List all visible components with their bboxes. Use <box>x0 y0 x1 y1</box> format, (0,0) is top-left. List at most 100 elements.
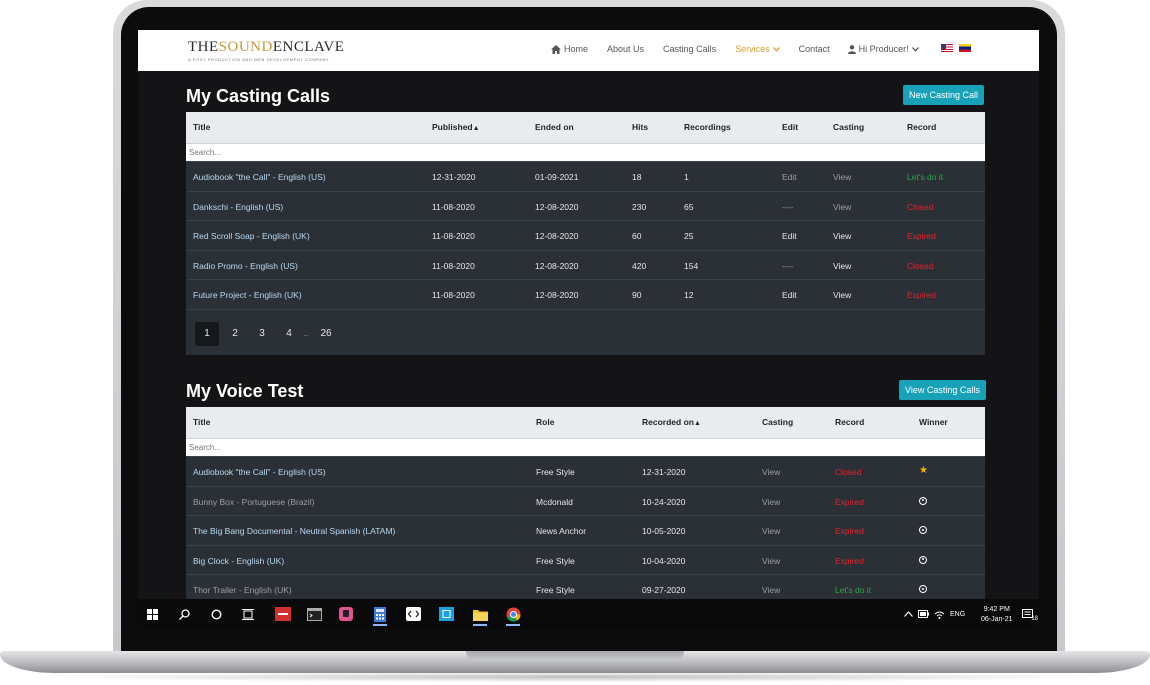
table-row: Future Project - English (UK) 11-08-2020… <box>186 279 985 309</box>
language-indicator[interactable]: ENG <box>950 611 965 618</box>
sort-arrow-icon: ▲ <box>472 125 480 132</box>
wifi-icon[interactable] <box>931 606 947 622</box>
file-explorer-icon[interactable] <box>472 606 488 626</box>
row-title-link[interactable]: Big Clock - English (UK) <box>193 556 284 566</box>
task-view-icon[interactable] <box>240 606 256 622</box>
notifications-icon[interactable]: 18 <box>1020 606 1038 622</box>
row-view-link[interactable]: View <box>762 585 780 595</box>
search-input[interactable] <box>186 439 985 456</box>
row-published: 11-08-2020 <box>432 290 475 301</box>
code-editor-icon[interactable] <box>405 606 421 622</box>
row-view-link[interactable]: View <box>833 290 851 300</box>
app-blue-icon[interactable] <box>438 606 454 622</box>
table-row: Big Clock - English (UK) Free Style 10-0… <box>186 544 985 575</box>
nav-home[interactable]: Home <box>551 44 588 54</box>
page-3[interactable]: 3 <box>250 322 274 346</box>
row-role: Mcdonald <box>536 496 573 507</box>
row-view-link[interactable]: View <box>762 497 780 507</box>
row-view-link[interactable]: View <box>762 556 780 566</box>
nav-user-menu[interactable]: Hi Producer! <box>847 44 919 54</box>
table-row: Red Scroll Soap - English (UK) 11-08-202… <box>186 220 985 250</box>
row-edit-link[interactable]: Edit <box>782 231 797 241</box>
row-recordings: 1 <box>684 172 689 182</box>
col-ended-on[interactable]: Ended on <box>535 122 574 132</box>
terminal-icon[interactable] <box>306 606 322 622</box>
col-record[interactable]: Record <box>907 122 936 132</box>
calculator-icon[interactable] <box>372 606 388 626</box>
clock[interactable]: 9:42 PM 06-Jan-21 <box>981 606 1013 623</box>
row-title-link[interactable]: Audiobook "the Call" - English (US) <box>193 467 326 477</box>
row-title-link[interactable]: The Big Bang Documental - Neutral Spanis… <box>193 526 395 536</box>
site-logo[interactable]: THESOUNDENCLAVE A POST PRODUCTION AND WE… <box>188 39 344 62</box>
nav-services-label: Services <box>735 44 770 54</box>
nav-about-us[interactable]: About Us <box>607 44 644 54</box>
chevron-up-icon[interactable] <box>900 606 916 622</box>
row-record-status: Expired <box>907 231 936 242</box>
row-recorded: 12-31-2020 <box>642 467 686 477</box>
nav-contact[interactable]: Contact <box>799 44 830 54</box>
col-casting[interactable]: Casting <box>762 417 793 427</box>
battery-icon[interactable] <box>915 606 931 622</box>
row-edit-link[interactable]: Edit <box>782 290 797 300</box>
row-title-link[interactable]: Bunny Box - Portuguese (Brazil) <box>193 497 314 507</box>
row-view-link[interactable]: View <box>833 231 851 241</box>
col-casting[interactable]: Casting <box>833 122 864 132</box>
page-2[interactable]: 2 <box>223 322 247 346</box>
nav-services[interactable]: Services <box>735 44 780 54</box>
row-role: Free Style <box>536 467 575 477</box>
row-title-link[interactable]: Thor Trailer - English (UK) <box>193 585 292 595</box>
row-recorded: 10-04-2020 <box>642 555 686 566</box>
col-record[interactable]: Record <box>835 417 864 427</box>
row-record-status[interactable]: Let's do it <box>835 585 871 595</box>
app-red-icon[interactable] <box>275 606 291 622</box>
cortana-icon[interactable] <box>208 606 224 622</box>
row-title-link[interactable]: Audiobook "the Call" - English (US) <box>193 172 326 182</box>
chrome-icon[interactable] <box>505 606 521 626</box>
col-title[interactable]: Title <box>193 122 210 132</box>
row-edit-placeholder: ---- <box>782 201 794 212</box>
col-hits[interactable]: Hits <box>632 122 648 132</box>
row-view-link[interactable]: View <box>833 261 851 271</box>
screen: THESOUNDENCLAVE A POST PRODUCTION AND WE… <box>138 30 1039 629</box>
col-role[interactable]: Role <box>536 417 554 427</box>
sort-arrow-icon: ▲ <box>693 420 701 427</box>
col-title[interactable]: Title <box>193 417 210 427</box>
row-view-link[interactable]: View <box>762 526 780 536</box>
us-flag-icon[interactable] <box>940 44 953 52</box>
search-icon[interactable] <box>176 606 192 622</box>
windows-start-icon[interactable] <box>144 606 160 622</box>
row-view-link[interactable]: View <box>833 202 851 212</box>
winner-circle-icon[interactable] <box>919 496 927 507</box>
winner-circle-icon[interactable] <box>919 526 927 536</box>
pagination: 1 2 3 4 .. 26 <box>186 308 985 355</box>
winner-circle-icon[interactable] <box>919 555 927 566</box>
row-recorded: 09-27-2020 <box>642 585 686 596</box>
row-ended: 01-09-2021 <box>535 172 579 182</box>
col-edit[interactable]: Edit <box>782 122 798 132</box>
row-edit-placeholder: ---- <box>782 260 794 271</box>
app-pink-icon[interactable] <box>338 606 354 622</box>
page-4[interactable]: 4 <box>277 322 301 346</box>
nav-casting-calls[interactable]: Casting Calls <box>663 44 716 54</box>
row-record-status[interactable]: Let's do it <box>907 172 943 182</box>
col-recordings[interactable]: Recordings <box>684 122 731 132</box>
venezuela-flag-icon[interactable] <box>958 44 971 52</box>
new-casting-call-button[interactable]: New Casting Call <box>903 85 985 105</box>
page-last[interactable]: 26 <box>314 322 338 346</box>
col-winner[interactable]: Winner <box>919 417 948 427</box>
view-casting-calls-button[interactable]: View Casting Calls <box>899 380 986 400</box>
row-view-link[interactable]: View <box>762 467 780 477</box>
row-edit-link[interactable]: Edit <box>782 172 797 182</box>
col-recorded-on[interactable]: Recorded on▲ <box>642 417 701 427</box>
col-published[interactable]: Published▲ <box>432 122 480 132</box>
page-1[interactable]: 1 <box>195 321 219 346</box>
row-title-link[interactable]: Red Scroll Soap - English (UK) <box>193 231 310 241</box>
row-title-link[interactable]: Radio Promo - English (US) <box>193 261 298 271</box>
row-recordings: 65 <box>684 201 694 212</box>
row-view-link[interactable]: View <box>833 172 851 182</box>
row-title-link[interactable]: Dankschi - English (US) <box>193 202 283 212</box>
search-input[interactable] <box>186 144 985 161</box>
winner-circle-icon[interactable] <box>919 585 927 595</box>
row-title-link[interactable]: Future Project - English (UK) <box>193 290 302 300</box>
row-recordings: 12 <box>684 290 694 301</box>
